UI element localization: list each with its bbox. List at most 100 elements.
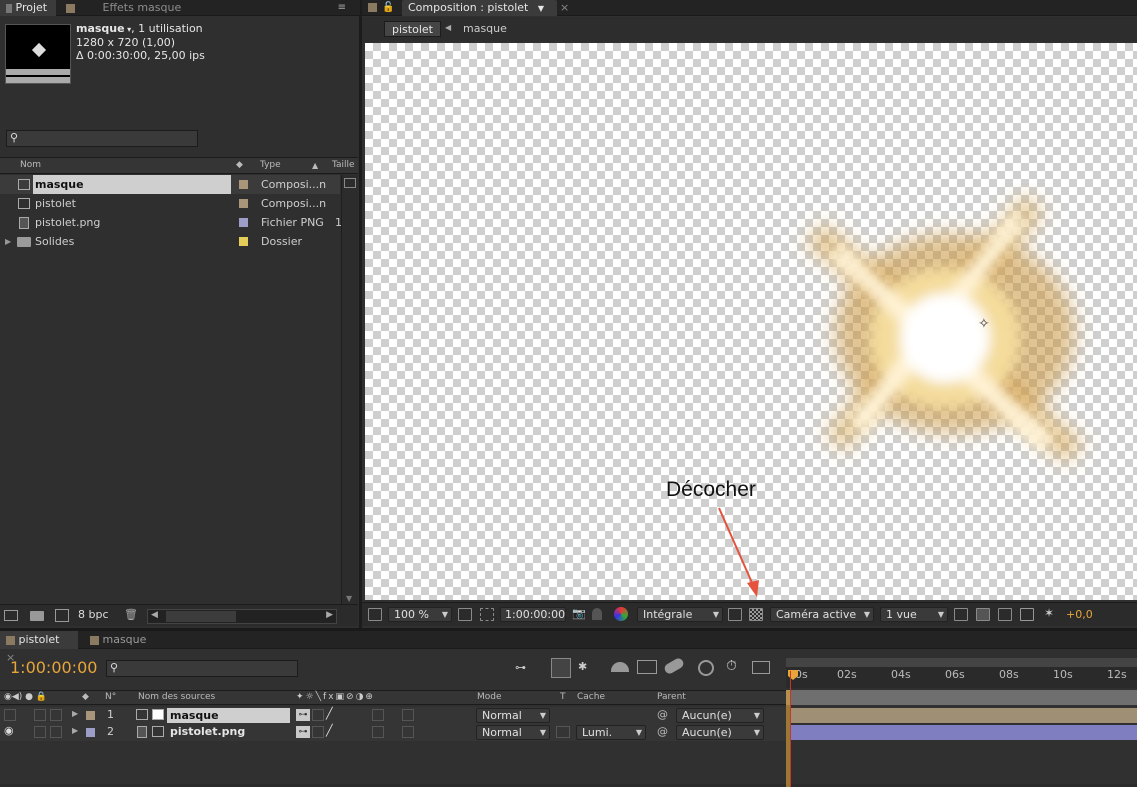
panel-divider[interactable] (360, 0, 362, 628)
show-snapshot-icon[interactable] (592, 608, 602, 620)
resolution-dropdown[interactable]: Intégrale ▼ (637, 607, 723, 622)
layer-mode-dropdown[interactable]: Normal ▼ (476, 725, 550, 740)
disclosure-triangle-icon[interactable]: ▶ (5, 232, 11, 251)
chevron-down-icon[interactable]: ▼ (538, 4, 544, 13)
shy-layers-icon[interactable] (611, 662, 629, 672)
horizontal-scrollbar[interactable]: ◀ ▶ (147, 609, 337, 624)
new-composition-icon[interactable] (55, 609, 69, 622)
pickwhip-icon[interactable]: @ (657, 708, 668, 721)
timeline-link-icon[interactable] (998, 608, 1012, 621)
item-name[interactable]: masque (76, 22, 125, 35)
brainstorm-icon[interactable] (698, 660, 714, 676)
draft-3d-icon[interactable]: ✱ (578, 660, 587, 673)
breadcrumb-next[interactable]: masque (463, 22, 507, 35)
collapse-switch[interactable] (312, 726, 324, 738)
fast-3d-icon[interactable] (976, 608, 990, 621)
tab-timeline-pistolet[interactable]: pistolet × (0, 631, 78, 664)
region-of-interest-icon[interactable] (480, 608, 494, 621)
layer-duration-bar[interactable] (790, 725, 1137, 740)
scroll-thumb[interactable] (166, 611, 236, 622)
exposure-value[interactable]: +0,0 (1066, 608, 1093, 621)
col-size[interactable]: Taille (332, 158, 355, 173)
scroll-left-icon[interactable]: ◀ (151, 610, 158, 620)
views-dropdown[interactable]: 1 vue ▼ (880, 607, 948, 622)
col-mode[interactable]: Mode (477, 691, 502, 704)
layer-parent-dropdown[interactable]: Aucun(e) ▼ (676, 708, 764, 723)
work-area-bar[interactable] (786, 658, 1137, 667)
preserve-transparency-toggle[interactable] (556, 726, 570, 738)
transparency-grid-icon[interactable] (749, 608, 763, 621)
col-type[interactable]: Type (260, 158, 281, 173)
layer-name[interactable]: masque (167, 708, 290, 723)
solo-toggle[interactable] (34, 709, 46, 721)
layer-cache-dropdown[interactable]: Lumi. ▼ (576, 725, 646, 740)
col-t[interactable]: T (560, 691, 566, 704)
interpret-footage-icon[interactable] (4, 610, 18, 621)
layer-mode-dropdown[interactable]: Normal ▼ (476, 708, 550, 723)
layer-name[interactable]: pistolet.png (170, 725, 245, 738)
graph-editor-icon[interactable] (752, 661, 770, 674)
disclosure-triangle-icon[interactable]: ▶ (72, 709, 78, 718)
visibility-toggle[interactable] (4, 709, 16, 721)
camera-snapshot-icon[interactable]: 📷 (572, 607, 586, 620)
playhead-line[interactable] (790, 671, 791, 787)
layer-row[interactable]: ◉ ▶ 2 pistolet.png ⊶ ╱ Normal ▼ Lumi. ▼ @ … (0, 724, 786, 741)
col-num[interactable]: N° (105, 691, 116, 704)
tab-composition[interactable]: Composition : pistolet ▼ (402, 0, 557, 16)
frame-blending-icon[interactable] (637, 660, 657, 674)
disclosure-triangle-icon[interactable]: ▶ (72, 726, 78, 735)
quality-switch-icon[interactable]: ╱ (326, 707, 333, 720)
layer-row[interactable]: ▶ 1 masque ⊶ ╱ Normal ▼ @ Aucun(e) ▼ (0, 707, 786, 724)
timeline-timecode[interactable]: 1:00:00:00 (10, 658, 97, 677)
safe-zones-icon[interactable] (458, 608, 472, 621)
motion-blur-icon[interactable] (662, 656, 686, 676)
eye-icon[interactable]: ◉ (4, 724, 14, 737)
shy-switch-icon[interactable]: ⊶ (296, 709, 310, 721)
panel-menu-icon[interactable]: ≡ (338, 2, 346, 13)
project-item[interactable]: pistolet.png Fichier PNG 1 (0, 213, 342, 232)
motion-blur-switch[interactable] (372, 726, 384, 738)
trash-icon[interactable]: 🗑 (124, 608, 138, 621)
zoom-dropdown[interactable]: 100 % ▼ (388, 607, 452, 622)
anchor-point-icon[interactable]: ✧ (978, 316, 990, 332)
comp-viewer[interactable]: ✧ Décocher (365, 43, 1137, 600)
col-parent[interactable]: Parent (657, 691, 686, 704)
stopwatch-icon[interactable]: ⏱ (726, 658, 737, 674)
live-update-icon[interactable] (551, 658, 571, 678)
always-preview-icon[interactable] (368, 608, 382, 621)
color-channels-icon[interactable] (614, 607, 628, 621)
exposure-reset-icon[interactable]: ✶ (1044, 606, 1054, 620)
fast-previews-icon[interactable] (728, 608, 742, 621)
quality-switch-icon[interactable]: ╱ (326, 724, 333, 737)
timeline-search-input[interactable]: ⚲ (106, 660, 298, 677)
layer-label-color[interactable] (86, 711, 95, 720)
col-name[interactable]: Nom (20, 158, 41, 173)
timecode-field[interactable]: 1:00:00:00 (500, 607, 566, 622)
motion-blur-switch[interactable] (372, 709, 384, 721)
close-icon[interactable]: × (560, 1, 569, 14)
lock-toggle[interactable] (50, 709, 62, 721)
time-ruler[interactable]: 0s 02s 04s 06s 08s 10s 12s (786, 658, 1137, 688)
pickwhip-icon[interactable]: @ (657, 725, 668, 738)
lock-icon[interactable]: 🔓 (382, 2, 394, 13)
project-scrollbar[interactable]: ▼ (341, 175, 358, 605)
collapse-switch[interactable] (312, 709, 324, 721)
bpc-label[interactable]: 8 bpc (78, 608, 109, 621)
breadcrumb-active[interactable]: pistolet (384, 21, 441, 37)
tab-effects[interactable]: Effets masque (60, 0, 190, 16)
layer-duration-bar[interactable] (790, 708, 1137, 723)
flowchart-icon[interactable] (344, 178, 356, 188)
tab-project[interactable]: Projet (0, 0, 56, 16)
solo-toggle[interactable] (34, 726, 46, 738)
project-item[interactable]: pistolet Composi...n (0, 194, 340, 213)
tab-timeline-masque[interactable]: masque (84, 631, 162, 649)
3d-layer-switch[interactable] (402, 726, 414, 738)
3d-layer-switch[interactable] (402, 709, 414, 721)
col-source[interactable]: Nom des sources (138, 691, 215, 704)
layer-label-color[interactable] (86, 728, 95, 737)
layer-parent-dropdown[interactable]: Aucun(e) ▼ (676, 725, 764, 740)
camera-dropdown[interactable]: Caméra active ▼ (770, 607, 874, 622)
toggle-pixel-aspect-icon[interactable] (954, 608, 968, 621)
lock-toggle[interactable] (50, 726, 62, 738)
new-folder-icon[interactable] (30, 611, 44, 621)
